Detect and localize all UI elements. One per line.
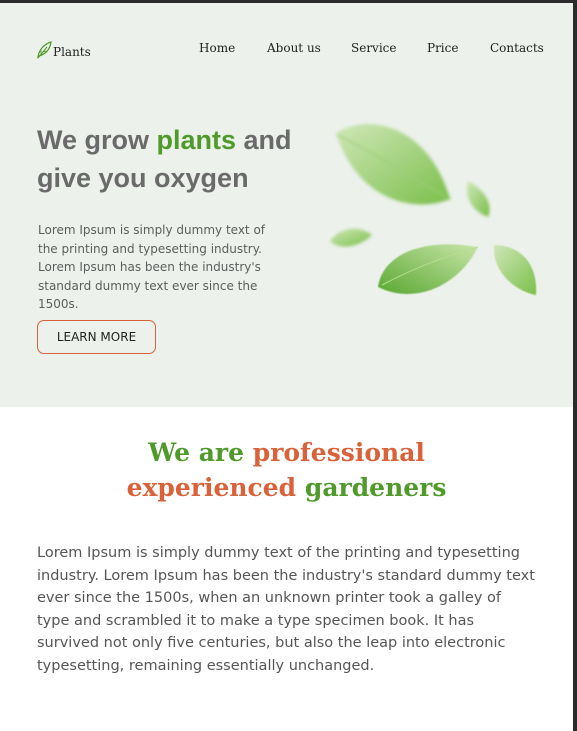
section-title-gardeners: gardeners [296,473,447,502]
section-body-text: Lorem Ipsum is simply dummy text of the … [37,545,535,674]
section-title: We are professional experienced gardeners [0,435,573,505]
nav-home[interactable]: Home [199,41,235,55]
floating-leaves-illustration [330,124,537,295]
hero-title-highlight: plants [156,125,237,155]
leaf-icon [37,40,52,59]
section-title-professional: professional [252,438,425,467]
learn-more-button[interactable]: LEARN MORE [37,320,156,354]
page: Plants Home About us Service Price Conta… [0,3,573,731]
nav-contacts[interactable]: Contacts [490,41,544,55]
logo[interactable]: Plants [36,40,91,59]
nav-about-us[interactable]: About us [267,41,321,55]
nav-service[interactable]: Service [351,41,397,55]
hero-section: Plants Home About us Service Price Conta… [0,3,573,407]
section-title-experienced: experienced [126,473,297,502]
nav-price[interactable]: Price [427,41,458,55]
hero-title: We grow plants and give you oxygen [37,121,327,197]
logo-text: Plants [53,45,91,59]
hero-title-part1: We grow [37,125,157,155]
section-title-we-are: We are [148,438,253,467]
hero-description: Lorem Ipsum is simply dummy text of the … [38,223,266,311]
